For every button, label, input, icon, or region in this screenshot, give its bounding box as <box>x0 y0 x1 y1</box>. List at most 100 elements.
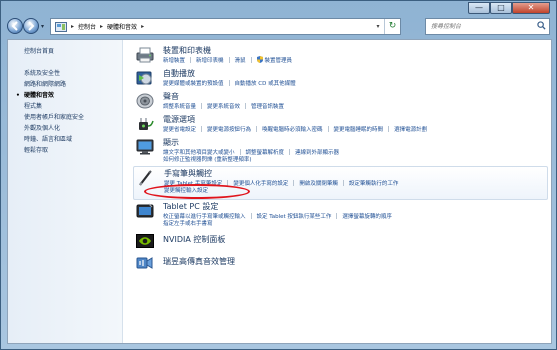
search-box[interactable] <box>425 18 550 35</box>
link-separator <box>201 126 203 132</box>
search-input[interactable] <box>426 19 531 34</box>
sidebar-item-programs[interactable]: 程式集 <box>8 101 122 112</box>
link-flick-actions[interactable]: 設定筆觸執行的工作 <box>349 179 399 187</box>
sidebar-item-hardware-sound: 硬體和音效 <box>8 90 122 101</box>
link-choose-power-plan[interactable]: 選擇電源計劃 <box>394 125 427 133</box>
sound-links: 調整系統音量 變更系統音效 管理音訊裝置 <box>163 102 284 110</box>
category-devices-printers: 裝置和印表機 新增裝置 新增印表機 滑鼠 裝置管理員 <box>133 44 548 67</box>
display-links-row2: 如何修正監視器閃爍 (重新整理頻率) <box>163 155 252 163</box>
category-power-options: 電源選項 變更省電設定 變更電源按鈕行為 喚醒電腦時必須輸入密碼 變更電腦睡眠的… <box>133 113 548 136</box>
link-separator <box>228 80 230 86</box>
link-separator <box>327 126 329 132</box>
category-sound: 聲音 調整系統音量 變更系統音效 管理音訊裝置 <box>133 90 548 113</box>
category-display: 顯示 讓文字和其他項目變大或變小 調整螢幕解析度 連線到外部顯示器 如何修正監視… <box>133 136 548 166</box>
link-screen-rotation[interactable]: 選擇螢幕旋轉的順序 <box>342 212 392 220</box>
sound-title[interactable]: 聲音 <box>163 91 179 102</box>
link-separator <box>228 57 230 63</box>
link-external-display[interactable]: 連線到外部顯示器 <box>295 148 339 156</box>
sidebar-item-system-security[interactable]: 系統及安全性 <box>8 68 122 79</box>
link-separator <box>293 180 295 186</box>
sidebar-item-appearance[interactable]: 外觀及個人化 <box>8 123 122 134</box>
link-separator <box>250 57 252 63</box>
refresh-button[interactable]: ↻ <box>384 19 400 34</box>
breadcrumb-separator: ▸ <box>141 23 145 30</box>
link-change-battery-settings[interactable]: 變更省電設定 <box>163 125 196 133</box>
maximize-button[interactable]: □ <box>490 2 512 14</box>
address-bar[interactable]: ▸ 控制台 ▸ 硬體和音效 ▸ ▾ ↻ <box>50 18 401 35</box>
category-realtek-audio: 瑞昱高傳真音效管理 <box>133 252 548 274</box>
breadcrumb-hardware-sound[interactable]: 硬體和音效 <box>107 22 137 31</box>
display-title[interactable]: 顯示 <box>163 137 179 148</box>
link-add-device[interactable]: 新增裝置 <box>163 56 185 64</box>
realtek-title[interactable]: 瑞昱高傳真音效管理 <box>163 256 235 267</box>
control-panel-window: — □ ✕ ▾ ▸ 控制台 ▸ 硬體和音效 ▸ ▾ ↻ 搜尋控制台 控制台首頁 … <box>0 0 557 350</box>
sidebar-item-ease-of-access[interactable]: 輕鬆存取 <box>8 145 122 156</box>
link-toggle-flicks[interactable]: 開啟及關閉筆觸 <box>299 179 338 187</box>
link-manage-audio-devices[interactable]: 管理音訊裝置 <box>251 102 284 110</box>
link-separator <box>250 213 252 219</box>
sidebar-item-home[interactable]: 控制台首頁 <box>8 46 122 57</box>
link-separator <box>256 126 258 132</box>
link-change-sounds[interactable]: 變更系統音效 <box>207 102 240 110</box>
breadcrumb-separator: ▸ <box>71 23 75 30</box>
search-icon[interactable] <box>537 21 546 30</box>
power-options-title[interactable]: 電源選項 <box>163 114 195 125</box>
link-autoplay-cd[interactable]: 自動播放 CD 或其他媒體 <box>235 79 296 87</box>
address-row: ▾ ▸ 控制台 ▸ 硬體和音效 ▸ ▾ ↻ <box>1 17 556 37</box>
uac-shield-icon <box>256 56 263 63</box>
recent-pages-dropdown[interactable]: ▾ <box>41 23 44 30</box>
link-separator <box>336 213 338 219</box>
title-bar: — □ ✕ <box>1 1 556 15</box>
control-panel-icon <box>55 21 67 32</box>
link-separator <box>190 57 192 63</box>
tablet-icon <box>136 203 154 218</box>
link-separator <box>289 149 291 155</box>
link-add-printer[interactable]: 新增印表機 <box>196 56 224 64</box>
sidebar-item-user-accounts[interactable]: 使用者帳戶和家庭安全 <box>8 112 122 123</box>
pen-icon <box>139 170 152 186</box>
nvidia-icon <box>136 234 154 248</box>
link-separator <box>388 126 390 132</box>
link-tablet-buttons[interactable]: 設定 Tablet 按鈕執行某些工作 <box>257 212 332 220</box>
breadcrumb-separator: ▸ <box>100 23 104 30</box>
autoplay-icon <box>136 71 152 85</box>
back-button[interactable] <box>7 18 23 34</box>
window-controls: — □ ✕ <box>468 2 550 14</box>
power-options-links: 變更省電設定 變更電源按鈕行為 喚醒電腦時必須輸入密碼 變更電腦睡眠的時間 選擇… <box>163 125 427 133</box>
pen-touch-title[interactable]: 手寫筆與觸控 <box>164 168 212 179</box>
content-area: 控制台首頁 系統及安全性 網路和網際網路 硬體和音效 程式集 使用者帳戶和家庭安… <box>7 39 552 344</box>
sidebar-item-network[interactable]: 網路和網際網路 <box>8 79 122 90</box>
tablet-pc-settings-title[interactable]: Tablet PC 設定 <box>163 201 218 212</box>
printer-icon <box>136 47 154 63</box>
link-fix-flicker[interactable]: 如何修正監視器閃爍 (重新整理頻率) <box>163 155 252 163</box>
category-list: 裝置和印表機 新增裝置 新增印表機 滑鼠 裝置管理員 自動播放 變更媒體或裝置的… <box>133 44 548 274</box>
address-controls: ▾ ↻ <box>372 19 400 34</box>
link-separator <box>245 103 247 109</box>
category-pen-touch: 手寫筆與觸控 變更 Tablet 手寫筆設定 變更個人化手寫的設定 開啟及關閉筆… <box>133 166 548 200</box>
forward-arrow-icon <box>28 21 35 31</box>
tablet-pc-links-row2: 指定左手或右手書寫 <box>163 219 213 227</box>
realtek-audio-icon <box>136 257 153 269</box>
link-change-media-defaults[interactable]: 變更媒體或裝置的預設值 <box>163 79 224 87</box>
sidebar-item-clock-language[interactable]: 時鐘、語言和區域 <box>8 134 122 145</box>
nvidia-title[interactable]: NVIDIA 控制面板 <box>163 234 225 245</box>
close-button[interactable]: ✕ <box>512 2 550 14</box>
forward-button[interactable] <box>23 18 39 34</box>
minimize-button[interactable]: — <box>468 2 490 14</box>
breadcrumb-control-panel[interactable]: 控制台 <box>78 22 96 31</box>
link-device-manager[interactable]: 裝置管理員 <box>265 56 293 64</box>
link-personalize-handwriting[interactable]: 變更個人化手寫的設定 <box>233 179 288 187</box>
annotation-ellipse <box>144 184 250 199</box>
devices-printers-links: 新增裝置 新增印表機 滑鼠 裝置管理員 <box>163 56 292 64</box>
autoplay-title[interactable]: 自動播放 <box>163 68 195 79</box>
link-mouse[interactable]: 滑鼠 <box>235 56 246 64</box>
address-history-dropdown[interactable]: ▾ <box>372 23 384 30</box>
link-change-sleep-time[interactable]: 變更電腦睡眠的時間 <box>334 125 384 133</box>
link-require-password-wake[interactable]: 喚醒電腦時必須輸入密碼 <box>262 125 323 133</box>
link-adjust-volume[interactable]: 調整系統音量 <box>163 102 196 110</box>
autoplay-links: 變更媒體或裝置的預設值 自動播放 CD 或其他媒體 <box>163 79 296 87</box>
link-separator <box>342 180 344 186</box>
devices-printers-title[interactable]: 裝置和印表機 <box>163 45 211 56</box>
link-handedness[interactable]: 指定左手或右手書寫 <box>163 219 213 227</box>
link-power-button-behavior[interactable]: 變更電源按鈕行為 <box>207 125 251 133</box>
